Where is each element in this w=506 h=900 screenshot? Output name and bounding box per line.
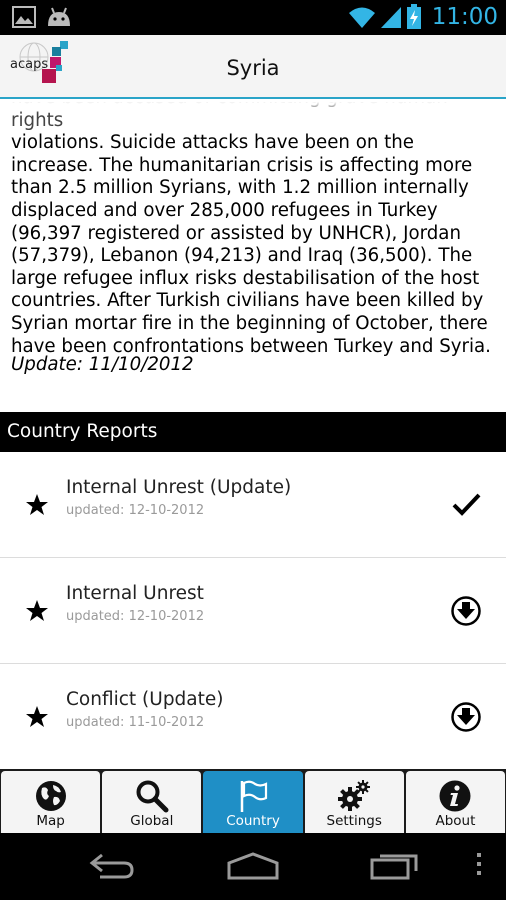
- tab-global[interactable]: Global: [102, 771, 202, 833]
- report-date: updated: 12-10-2012: [66, 503, 205, 518]
- wifi-icon: [348, 7, 375, 28]
- report-title: Internal Unrest: [66, 583, 204, 604]
- country-summary: have been accused of committing grave hu…: [0, 99, 506, 412]
- update-date: Update: 11/10/2012: [11, 354, 194, 375]
- clock: 11:00: [431, 4, 498, 30]
- report-date: updated: 12-10-2012: [66, 609, 205, 624]
- report-item[interactable]: Internal Unrest updated: 12-10-2012: [0, 558, 506, 664]
- page-title: Syria: [226, 56, 280, 80]
- info-icon: [439, 780, 471, 812]
- star-icon[interactable]: [25, 705, 49, 729]
- section-title: Country Reports: [7, 421, 158, 442]
- download-icon[interactable]: [450, 701, 482, 733]
- status-bar: 11:00: [0, 0, 506, 35]
- download-icon[interactable]: [450, 595, 482, 627]
- system-nav-bar: [0, 833, 506, 900]
- scroll-fade: [0, 99, 506, 113]
- tab-label: Settings: [326, 813, 382, 829]
- report-title: Internal Unrest (Update): [66, 477, 292, 498]
- tab-label: About: [435, 813, 476, 829]
- tab-about[interactable]: About: [405, 771, 506, 833]
- home-icon[interactable]: [226, 851, 280, 881]
- android-icon: [48, 7, 70, 26]
- star-icon[interactable]: [25, 599, 49, 623]
- summary-body: violations. Suicide attacks have been on…: [11, 132, 491, 357]
- tab-label: Global: [130, 813, 174, 829]
- gears-icon: [338, 780, 371, 811]
- report-item[interactable]: Internal Unrest (Update) updated: 12-10-…: [0, 452, 506, 558]
- report-item[interactable]: Conflict (Update) updated: 11-10-2012: [0, 664, 506, 769]
- flag-icon: [240, 780, 268, 812]
- image-icon: [12, 6, 36, 28]
- report-list[interactable]: Internal Unrest (Update) updated: 12-10-…: [0, 452, 506, 769]
- section-header: Country Reports: [0, 412, 506, 452]
- app-header: acaps Syria: [0, 35, 506, 99]
- star-icon[interactable]: [25, 493, 49, 517]
- summary-text: have been accused of committing grave hu…: [11, 99, 501, 358]
- report-title: Conflict (Update): [66, 689, 224, 710]
- tab-label: Map: [36, 813, 65, 829]
- report-date: updated: 11-10-2012: [66, 715, 205, 730]
- overflow-menu-icon[interactable]: [475, 851, 483, 877]
- tab-map[interactable]: Map: [1, 771, 101, 833]
- globe-icon: [35, 781, 66, 811]
- battery-charging-icon: [406, 4, 421, 29]
- tab-label: Country: [226, 813, 280, 829]
- bottom-tab-bar: Map Global Country Settings About: [0, 769, 506, 833]
- back-icon[interactable]: [88, 851, 136, 881]
- signal-icon: [380, 7, 401, 28]
- checkmark-icon[interactable]: [450, 488, 482, 520]
- tab-country[interactable]: Country: [203, 771, 303, 833]
- search-icon: [136, 780, 169, 813]
- recent-apps-icon[interactable]: [370, 851, 422, 881]
- tab-settings[interactable]: Settings: [304, 771, 404, 833]
